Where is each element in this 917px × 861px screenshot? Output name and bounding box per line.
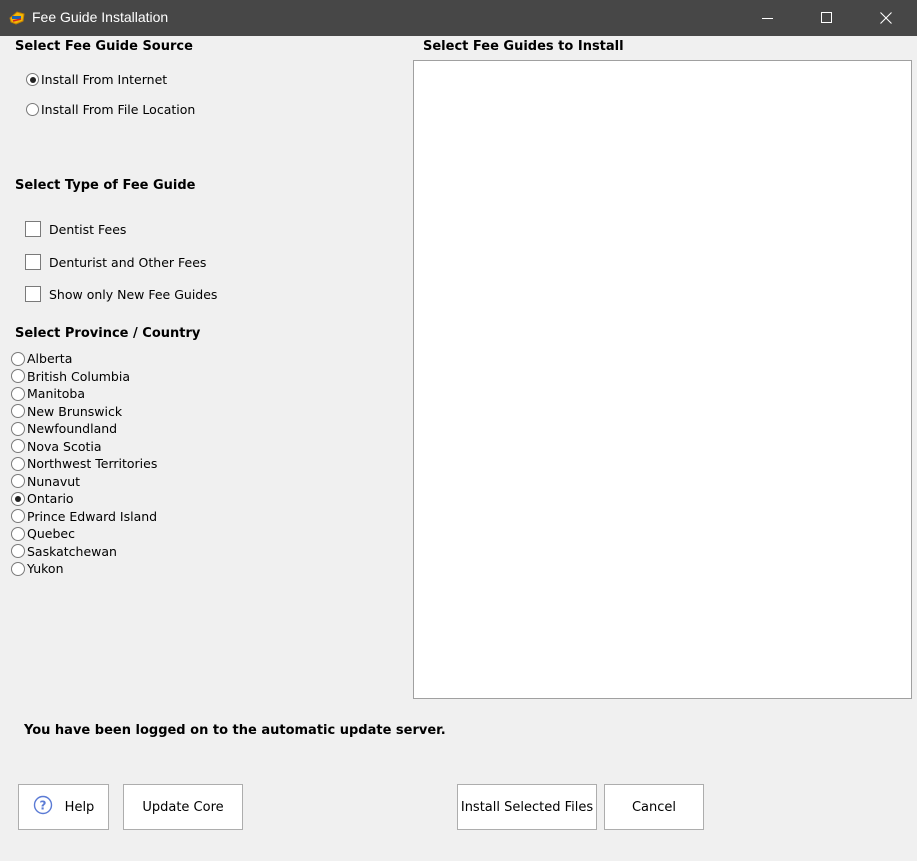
update-core-label: Update Core	[142, 799, 224, 815]
checkbox-dentist-fees[interactable]: Dentist Fees	[25, 221, 126, 237]
install-selected-files-button[interactable]: Install Selected Files	[457, 784, 597, 830]
radio-province-newfoundland[interactable]: Newfoundland	[11, 420, 117, 437]
close-icon	[880, 12, 892, 24]
checkbox[interactable]	[25, 286, 41, 302]
radio-button[interactable]	[11, 456, 25, 471]
radio-button[interactable]	[11, 544, 25, 558]
maximize-icon	[821, 12, 832, 23]
maximize-button[interactable]	[798, 0, 856, 36]
radio-label: Manitoba	[27, 386, 85, 401]
radio-province-manitoba[interactable]: Manitoba	[11, 385, 85, 402]
radio-province-nunavut[interactable]: Nunavut	[11, 473, 80, 490]
radio-button[interactable]	[11, 491, 25, 506]
radio-label: Northwest Territories	[27, 456, 158, 471]
radio-button[interactable]	[11, 509, 25, 523]
radio-button[interactable]	[11, 386, 25, 401]
radio-label: Prince Edward Island	[27, 508, 158, 524]
radio-button[interactable]	[11, 369, 25, 383]
radio-label: Nunavut	[27, 473, 81, 489]
province-heading: Select Province / Country	[15, 326, 201, 341]
radio-province-quebec[interactable]: Quebec	[11, 525, 75, 542]
fee-guides-list[interactable]	[413, 60, 912, 699]
minimize-icon	[762, 18, 773, 19]
radio-province-yukon[interactable]: Yukon	[11, 560, 64, 577]
radio-label: Nova Scotia	[27, 438, 102, 454]
checkbox-denturist-and-other-fees[interactable]: Denturist and Other Fees	[25, 254, 206, 270]
radio-label: Saskatchewan	[27, 543, 117, 559]
radio-button[interactable]	[11, 474, 25, 488]
source-heading: Select Fee Guide Source	[15, 39, 193, 54]
radio-province-british-columbia[interactable]: British Columbia	[11, 368, 130, 385]
radio-label: New Brunswick	[27, 403, 123, 419]
minimize-button[interactable]	[739, 0, 797, 36]
checkbox-show-only-new-fee-guides[interactable]: Show only New Fee Guides	[25, 286, 217, 302]
radio-label: Install From Internet	[41, 72, 168, 87]
radio-province-prince-edward-island[interactable]: Prince Edward Island	[11, 508, 157, 525]
radio-province-alberta[interactable]: Alberta	[11, 350, 72, 367]
radio-button[interactable]	[26, 103, 39, 116]
question-circle-icon: ?	[33, 795, 53, 819]
radio-button[interactable]	[11, 351, 25, 366]
checkbox-label: Denturist and Other Fees	[49, 254, 207, 270]
radio-province-new-brunswick[interactable]: New Brunswick	[11, 403, 122, 420]
radio-button[interactable]	[11, 404, 25, 418]
radio-button[interactable]	[11, 439, 25, 453]
checkbox-label: Show only New Fee Guides	[49, 286, 218, 302]
radio-install-from-file-location[interactable]: Install From File Location	[26, 102, 195, 117]
help-button[interactable]: ? Help	[18, 784, 109, 830]
radio-install-from-internet[interactable]: Install From Internet	[26, 72, 167, 87]
checkbox[interactable]	[25, 254, 41, 270]
radio-label: Ontario	[27, 491, 74, 506]
radio-label: British Columbia	[27, 368, 130, 384]
svg-text:?: ?	[39, 799, 46, 813]
update-core-button[interactable]: Update Core	[123, 784, 243, 830]
cancel-label: Cancel	[631, 799, 677, 815]
fee-guide-app-icon	[8, 9, 26, 27]
radio-label: Newfoundland	[27, 421, 118, 436]
radio-button[interactable]	[26, 73, 39, 86]
close-button[interactable]	[857, 0, 915, 36]
radio-label: Install From File Location	[41, 102, 196, 117]
radio-province-saskatchewan[interactable]: Saskatchewan	[11, 543, 117, 560]
radio-button[interactable]	[11, 421, 25, 436]
guides-heading: Select Fee Guides to Install	[423, 39, 624, 54]
type-heading: Select Type of Fee Guide	[15, 178, 196, 193]
radio-province-nova-scotia[interactable]: Nova Scotia	[11, 438, 102, 455]
window-title: Fee Guide Installation	[32, 9, 169, 25]
radio-province-northwest-territories[interactable]: Northwest Territories	[11, 455, 157, 472]
cancel-button[interactable]: Cancel	[604, 784, 704, 830]
radio-label: Alberta	[27, 351, 73, 366]
radio-button[interactable]	[11, 561, 25, 576]
radio-province-ontario[interactable]: Ontario	[11, 490, 74, 507]
title-bar: Fee Guide Installation	[0, 0, 917, 36]
radio-label: Yukon	[27, 561, 64, 576]
help-label: Help	[64, 799, 95, 815]
radio-button[interactable]	[11, 526, 25, 541]
checkbox-label: Dentist Fees	[49, 221, 127, 237]
radio-label: Quebec	[27, 526, 75, 541]
install-selected-files-label: Install Selected Files	[460, 799, 594, 815]
checkbox[interactable]	[25, 221, 41, 237]
status-message: You have been logged on to the automatic…	[24, 723, 446, 738]
